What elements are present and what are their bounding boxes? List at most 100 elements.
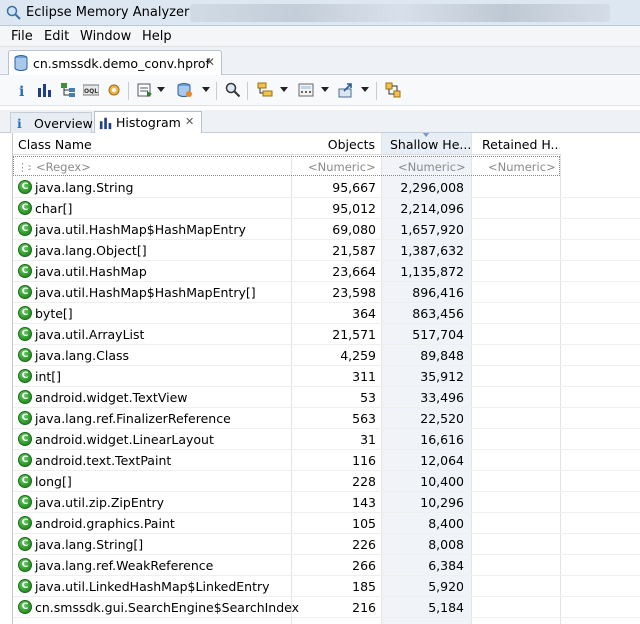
window-title: Eclipse Memory Analyzer [26,5,190,20]
table-row[interactable]: Cjava.lang.String[] 226 8,008 [13,534,640,555]
menu-file[interactable]: File [11,29,33,44]
shallow-heap-cell: 8,400 [428,516,464,531]
table-row[interactable]: Cjava.lang.Object[] 21,587 1,387,632 [13,240,640,261]
query-browser-icon[interactable] [177,82,193,98]
class-icon: C [18,222,32,236]
shallow-heap-cell: 863,456 [412,306,464,321]
class-name-cell: java.lang.String [35,180,134,195]
memory-analyzer-icon [6,5,21,20]
close-icon[interactable]: ✕ [205,55,215,69]
calculator-icon[interactable] [298,82,314,98]
regex-filter-input[interactable]: <Regex> [36,160,91,174]
svg-text:⋮>: ⋮> [17,161,31,173]
class-name-cell: java.lang.ref.WeakReference [35,558,214,573]
menu-edit[interactable]: Edit [44,29,69,44]
shallow-heap-cell: 1,387,632 [400,243,464,258]
table-row[interactable]: Cjava.util.zip.ZipEntry 143 10,296 [13,492,640,513]
objects-cell: 216 [352,600,376,615]
class-name-cell: java.util.HashMap [35,264,147,279]
shallow-heap-cell: 5,184 [428,600,464,615]
objects-cell: 23,598 [332,285,376,300]
table-row[interactable]: Cjava.lang.ref.WeakReference 266 6,384 [13,555,640,576]
oql-icon[interactable]: OQL [83,82,99,98]
objects-cell: 143 [352,495,376,510]
class-icon: C [18,600,32,614]
group-by-icon[interactable] [257,82,273,98]
filter-row[interactable]: ⋮> <Regex> <Numeric> <Numeric> <Numeric> [13,156,560,176]
column-header-class-name[interactable]: Class Name [13,133,292,155]
run-report-icon[interactable] [137,82,153,98]
shallow-heap-cell: 22,520 [420,411,464,426]
objects-filter-input[interactable]: <Numeric> [308,160,376,174]
column-header-objects[interactable]: Objects [292,133,381,155]
shallow-heap-cell: 1,657,920 [400,222,464,237]
shallow-heap-cell: 16,616 [420,432,464,447]
close-icon[interactable]: ✕ [185,115,194,128]
tab-histogram[interactable]: Histogram ✕ [94,111,202,134]
menu-help[interactable]: Help [142,29,172,44]
histogram-table: Class Name Objects Shallow He... Retaine… [12,133,640,624]
table-row[interactable]: Cchar[] 95,012 2,214,096 [13,198,640,219]
table-row[interactable]: Cbyte[] 364 863,456 [13,303,640,324]
table-row[interactable]: Candroid.widget.LinearLayout 31 16,616 [13,429,640,450]
objects-cell: 4,259 [340,348,376,363]
class-icon: C [18,180,32,194]
table-row[interactable]: Cjava.util.HashMap 23,664 1,135,872 [13,261,640,282]
table-row[interactable]: Candroid.widget.TextView 53 33,496 [13,387,640,408]
table-row[interactable]: Cjava.util.ArrayList 21,571 517,704 [13,324,640,345]
tab-hprof-file[interactable]: cn.smssdk.demo_conv.hprof ✕ [8,50,222,75]
column-header-shallow-heap[interactable]: Shallow He... [382,133,471,155]
column-header-retained-heap[interactable]: Retained H... [472,133,561,155]
heap-dump-gear-icon[interactable] [106,82,122,98]
class-name-cell: android.widget.TextView [35,390,188,405]
class-icon: C [18,306,32,320]
table-row[interactable]: Candroid.graphics.Paint 105 8,400 [13,513,640,534]
regex-filter-icon: ⋮> [17,161,31,173]
class-name-cell: java.util.LinkedHashMap$LinkedEntry [35,579,270,594]
shallow-filter-input[interactable]: <Numeric> [398,160,466,174]
shallow-heap-cell: 10,296 [420,495,464,510]
table-row[interactable]: Ccn.smssdk.gui.SearchEngine$SearchIndex 2… [13,597,640,618]
sort-descending-icon [422,133,430,137]
table-row[interactable]: Cjava.lang.String 95,667 2,296,008 [13,177,640,198]
search-icon[interactable] [225,82,241,98]
shallow-heap-cell: 1,135,872 [400,264,464,279]
shallow-heap-cell: 896,416 [412,285,464,300]
dominator-tree-icon[interactable] [60,82,76,98]
class-name-cell: int[] [35,369,62,384]
export-icon[interactable] [338,82,354,98]
objects-cell: 364 [352,306,376,321]
objects-cell: 116 [352,453,376,468]
objects-cell: 95,667 [332,180,376,195]
table-row[interactable]: Cjava.lang.ref.FinalizerReference 563 22,5… [13,408,640,429]
tab-hprof-label: cn.smssdk.demo_conv.hprof [33,56,210,71]
objects-cell: 563 [352,411,376,426]
table-row[interactable]: Candroid.text.TextPaint 116 12,064 [13,450,640,471]
class-name-cell: long[] [35,474,72,489]
title-bar: Eclipse Memory Analyzer [0,0,640,26]
table-row[interactable]: Cjava.util.HashMap$HashMapEntry[] 23,598 8… [13,282,640,303]
table-row[interactable]: Cjava.lang.Class 4,259 89,848 [13,345,640,366]
retained-filter-input[interactable]: <Numeric> [488,160,556,174]
class-name-cell: char[] [35,201,73,216]
class-icon: C [18,558,32,572]
table-row[interactable]: Cjava.util.HashMap$HashMapEntry 69,080 1,6… [13,219,640,240]
compare-icon[interactable] [385,82,401,98]
histogram-icon[interactable] [37,82,53,98]
objects-cell: 31 [360,432,376,447]
table-row[interactable]: Clong[] 228 10,400 [13,471,640,492]
histogram-icon [99,117,112,130]
menu-window[interactable]: Window [80,29,131,44]
table-row[interactable]: Cint[] 311 35,912 [13,366,640,387]
tab-overview[interactable]: i Overview [10,112,93,133]
class-icon: C [18,537,32,551]
class-icon: C [18,264,32,278]
tab-overview-label: Overview [34,116,93,131]
table-row[interactable]: Cjava.util.LinkedHashMap$LinkedEntry 185 5… [13,576,640,597]
objects-cell: 311 [352,369,376,384]
info-icon[interactable]: i [14,82,30,98]
shallow-heap-cell: 10,400 [420,474,464,489]
objects-cell: 69,080 [332,222,376,237]
class-name-cell: java.util.HashMap$HashMapEntry [35,222,246,237]
toolbar: i OQL [0,75,640,106]
